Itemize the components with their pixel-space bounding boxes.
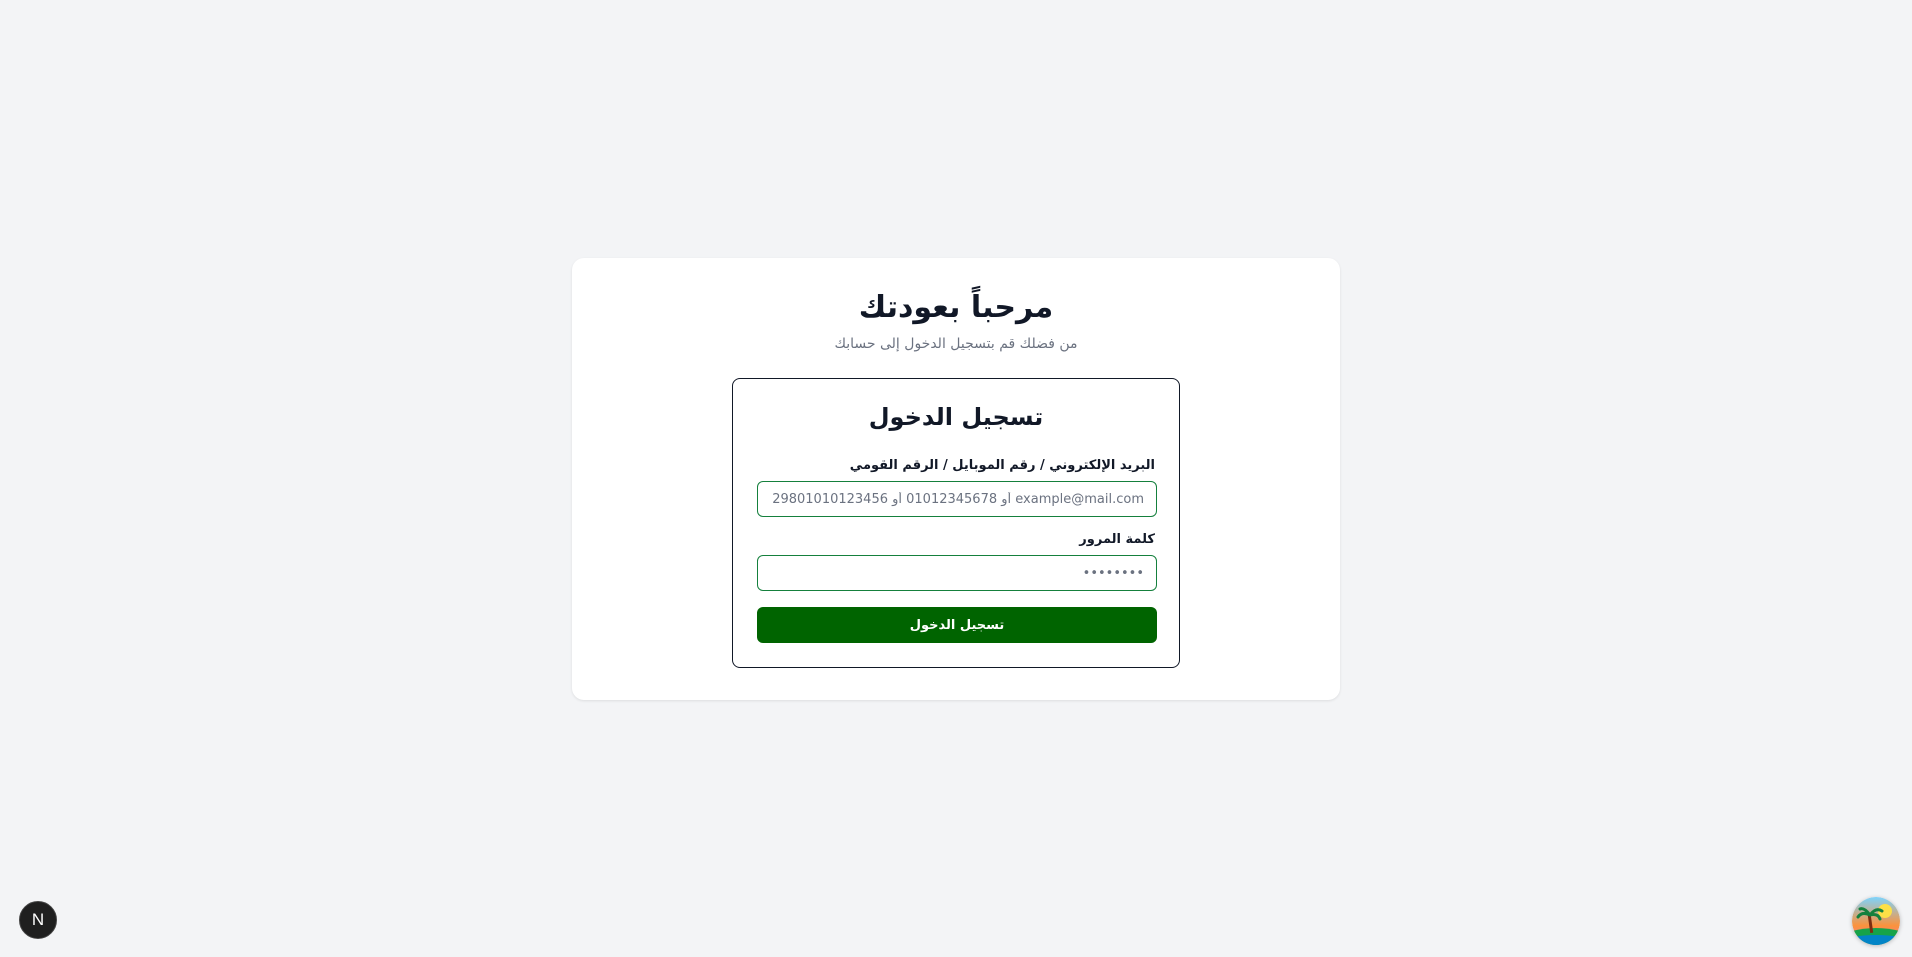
login-page: مرحباً بعودتك من فضلك قم بتسجيل الدخول إ… [0,0,1912,957]
identifier-label: البريد الإلكتروني / رقم الموبايل / الرقم… [849,458,1155,473]
login-form: تسجيل الدخول البريد الإلكتروني / رقم الم… [732,378,1180,668]
welcome-title: مرحباً بعودتك [858,290,1054,325]
login-title: تسجيل الدخول [868,403,1044,431]
nextjs-icon[interactable]: N [19,901,57,939]
password-label: كلمة المرور [1079,532,1155,547]
welcome-card: مرحباً بعودتك من فضلك قم بتسجيل الدخول إ… [572,258,1340,700]
dev-badge-letter: N [31,910,45,929]
welcome-subtitle: من فضلك قم بتسجيل الدخول إلى حسابك [834,336,1078,352]
palm-island-icon[interactable] [1852,897,1900,945]
login-submit-button[interactable]: تسجيل الدخول [757,607,1157,643]
identifier-input[interactable] [757,481,1157,517]
password-input[interactable] [757,555,1157,591]
